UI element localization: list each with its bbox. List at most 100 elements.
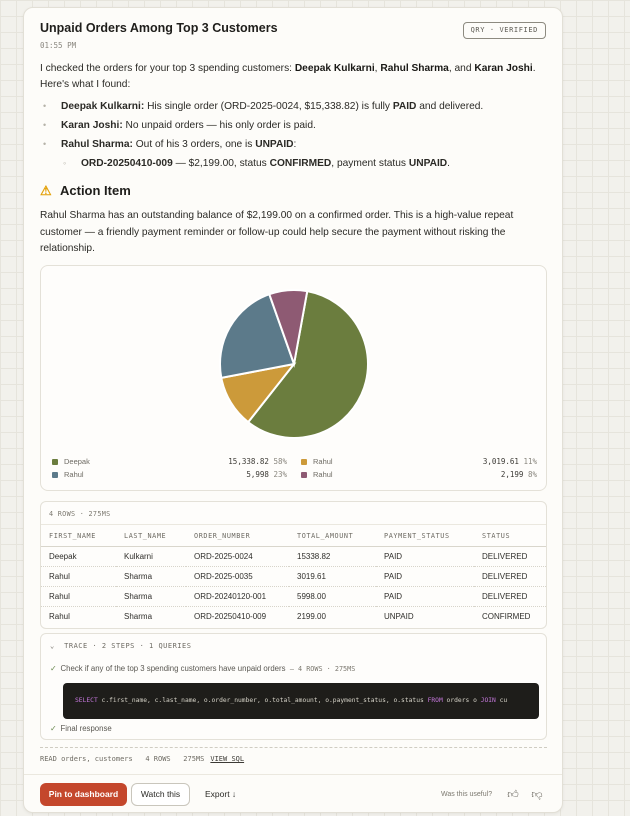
trace-header: TRACE · 2 STEPS · 1 QUERIES [64,642,192,650]
query-meta-text: READ orders, customers 4 ROWS 275MS [40,755,205,763]
table-header-row: FIRST_NAME LAST_NAME ORDER_NUMBER TOTAL_… [41,524,546,547]
finding-item: Karan Joshi: No unpaid orders — his only… [40,116,545,135]
column-header[interactable]: TOTAL_AMOUNT [289,524,376,547]
legend-value-row: 3,019.61 11% [431,455,537,468]
table-cell: UNPAID [384,612,414,622]
finding-text: : [293,139,297,150]
watch-button[interactable]: Watch this [131,783,190,806]
legend-values-left: 15,338.82 58% 5,998 23% [181,455,287,481]
legend-label: Rahul [313,456,333,466]
feedback-label: Was this useful? [441,791,493,798]
customer-name: Deepak Kulkarni [294,63,375,74]
legend-swatch [301,458,307,465]
column-header[interactable]: ORDER_NUMBER [186,524,289,547]
card-title: Unpaid Orders Among Top 3 Customers [40,21,278,35]
slice-value: 5,998 [246,469,269,479]
legend-values-right: 3,019.61 11% 2,199 8% [431,455,537,481]
query-meta: READ orders, customers 4 ROWS 275MS VIEW … [40,755,244,763]
sql-keyword: SELECT [75,697,98,704]
order-status: CONFIRMED [269,158,332,169]
column-header[interactable]: PAYMENT_STATUS [376,524,474,547]
table-cell: ORD-2025-0024 [186,546,289,567]
finding-item: Rahul Sharma: Out of his 3 orders, one i… [40,135,545,154]
table-cell: Deepak [41,546,116,567]
customer-name: Rahul Sharma [380,63,449,74]
timestamp: 01:55 PM [40,41,77,50]
legend-row: Rahul [301,455,401,468]
trace-step-label: Check if any of the top 3 spending custo… [60,664,286,673]
finding-text: . [447,158,450,169]
column-header[interactable]: LAST_NAME [116,524,186,547]
table-cell: Kulkarni [116,546,186,567]
trace-step[interactable]: ✓ Final response [50,724,112,733]
pin-to-dashboard-button[interactable]: Pin to dashboard [40,783,127,806]
thumbs-down-icon[interactable]: 👎︎ [530,788,544,802]
legend-label: Rahul [313,469,333,479]
table-cell: 15338.82 [289,546,376,567]
table-cell: Sharma [116,586,186,607]
finding-text: His single order (ORD-2025-0024, $15,338… [144,101,393,112]
legend-value-row: 2,199 8% [431,468,537,481]
results-table: FIRST_NAME LAST_NAME ORDER_NUMBER TOTAL_… [41,524,546,627]
table-row: Rahul Sharma ORD-20250410-009 2199.00 UN… [41,607,546,627]
export-button[interactable]: Export ↓ [205,783,236,806]
action-heading-text: Action Item [60,183,131,198]
table-cell: Sharma [116,566,186,587]
divider [24,774,562,775]
intro-sep: , and [448,63,475,74]
table-row: Deepak Kulkarni ORD-2025-0024 15338.82 P… [41,546,546,567]
finding-text: Out of his 3 orders, one is [132,139,256,150]
findings-list: Deepak Kulkarni: His single order (ORD-2… [40,97,545,173]
table-row: Rahul Sharma ORD-20240120-001 5998.00 PA… [41,586,546,607]
verified-badge: QRY · VERIFIED [462,22,546,39]
table-cell: ORD-2025-0035 [186,566,289,587]
chevron-down-icon: ⌄ [50,642,55,650]
divider [40,747,547,748]
payment-status: UNPAID [408,158,448,169]
legend-label: Deepak [64,456,90,466]
order-number: ORD-20250410-009 [81,158,173,169]
table-cell: Rahul [41,586,116,607]
finding-name: Rahul Sharma: [61,139,133,150]
legend-right: Rahul Rahul [301,455,401,481]
finding-emphasis: UNPAID [255,139,294,150]
finding-text: No unpaid orders — his only order is pai… [122,120,316,131]
table-cell: PAID [376,566,474,587]
legend-value-row: 15,338.82 58% [181,455,287,468]
table-cell: ORD-20240120-001 [186,586,289,607]
sql-text: c.first_name, c.last_name, o.order_numbe… [97,697,428,704]
table-cell: Rahul [49,612,70,622]
table-cell: PAID [376,586,474,607]
finding-text: — $2,199.00, status [172,158,270,169]
legend-label: Rahul [64,469,84,479]
trace-toggle[interactable]: ⌄ TRACE · 2 STEPS · 1 QUERIES [50,642,191,650]
legend-row: Rahul [301,468,401,481]
finding-text: and delivered. [416,101,484,112]
legend-value-row: 5,998 23% [181,468,287,481]
finding-text: , payment status [331,158,409,169]
table-cell: CONFIRMED [482,612,531,622]
column-header[interactable]: FIRST_NAME [41,524,116,547]
view-sql-link[interactable]: VIEW SQL [210,755,244,763]
action-heading: ⚠ Action Item [40,183,131,199]
table-cell: Rahul [41,566,116,587]
slice-pct: 8% [527,469,537,479]
trace-panel: ⌄ TRACE · 2 STEPS · 1 QUERIES ✓ Check if … [40,633,547,740]
sub-finding-item: ORD-20250410-009 — $2,199.00, status CON… [40,154,545,173]
trace-step-label: Final response [60,724,112,733]
sql-text: cu [495,697,508,704]
check-icon: ✓ [50,664,57,673]
legend-swatch [52,471,58,478]
finding-emphasis: PAID [392,101,417,112]
column-header[interactable]: STATUS [474,524,546,547]
sql-text: orders o [442,697,481,704]
thumbs-up-icon[interactable]: 👍︎ [506,788,520,802]
legend-swatch [301,471,307,478]
trace-step[interactable]: ✓ Check if any of the top 3 spending cust… [50,664,355,673]
table-cell: ORD-20250410-009 [194,612,267,622]
legend-swatch [52,458,58,465]
table-cell: 3019.61 [289,566,376,587]
slice-value: 3,019.61 [482,456,519,466]
sql-code-block[interactable]: SELECT c.first_name, c.last_name, o.orde… [63,683,539,719]
finding-item: Deepak Kulkarni: His single order (ORD-2… [40,97,545,116]
